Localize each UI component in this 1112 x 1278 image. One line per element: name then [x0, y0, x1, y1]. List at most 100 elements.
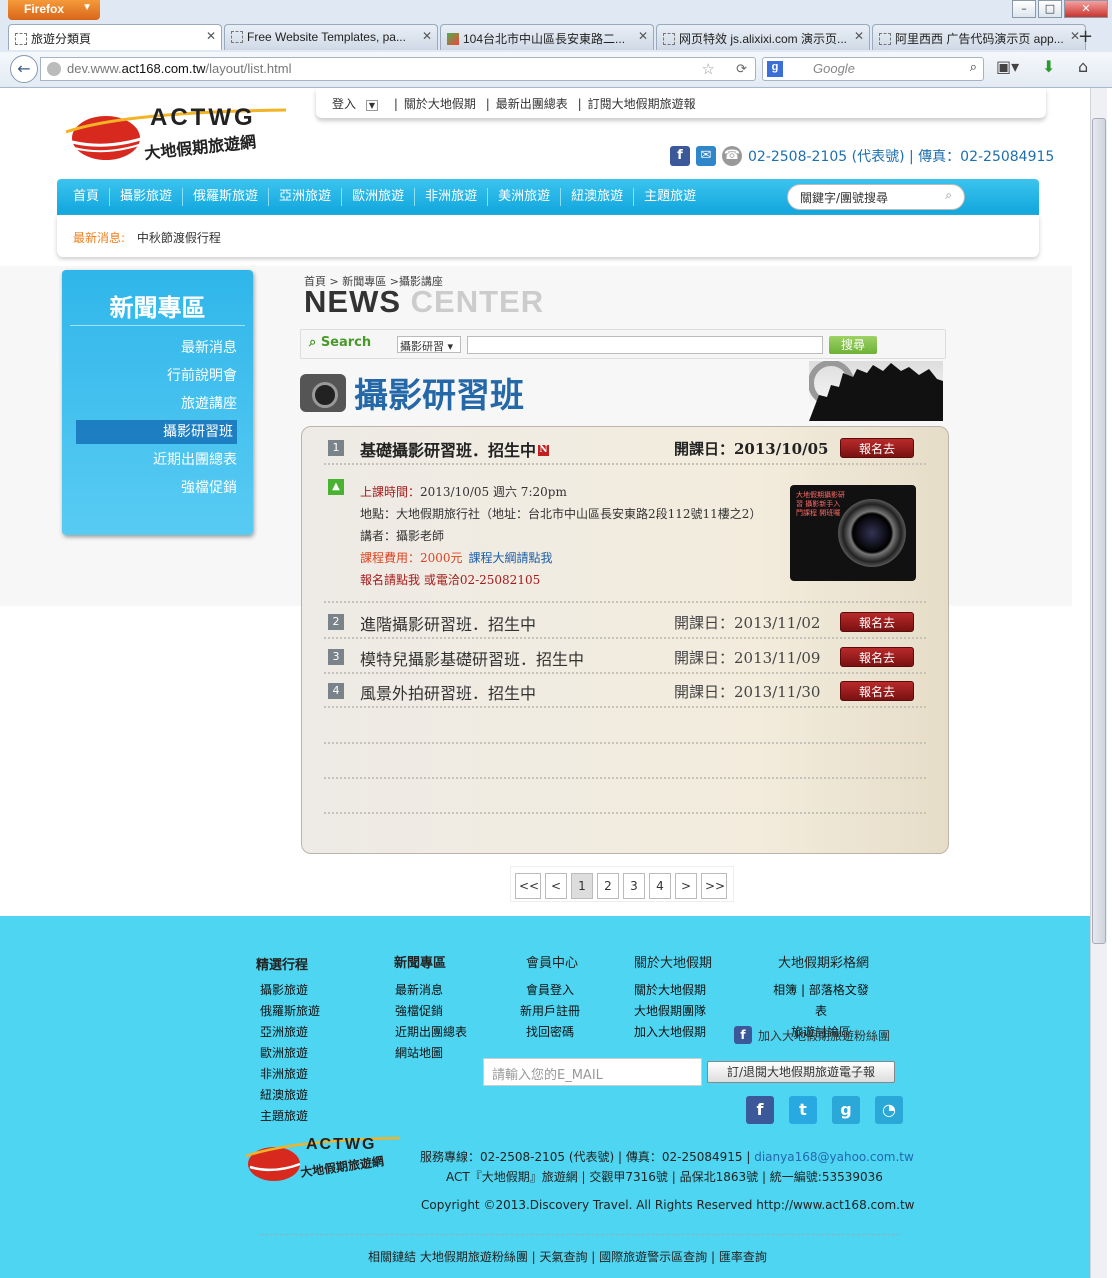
search-button[interactable]: 搜尋	[829, 336, 877, 354]
minimize-button[interactable]: –	[1012, 0, 1036, 18]
login-link[interactable]: 登入 ▼	[332, 97, 384, 111]
page-last[interactable]: >>	[701, 873, 727, 899]
subscribe-link[interactable]: 訂閱大地假期旅遊報	[588, 97, 696, 111]
nav-photo[interactable]: 攝影旅遊	[110, 188, 184, 206]
close-tab-icon[interactable]: ✕	[206, 29, 216, 43]
footer-link[interactable]: 找回密碼	[520, 1022, 580, 1043]
tab-2[interactable]: Free Website Templates, pa... ✕	[224, 24, 438, 50]
close-tab-icon[interactable]: ✕	[638, 29, 648, 43]
email-input[interactable]: 請輸入您的E_MAIL	[483, 1058, 702, 1086]
site-logo[interactable]: ACTWG 大地假期旅遊網	[64, 102, 292, 172]
course-row[interactable]: 4 風景外拍研習班．招生中 開課日：2013/11/30 報名去	[324, 674, 926, 708]
sidebar-item-promo[interactable]: 強檔促銷	[181, 476, 237, 500]
fb-fanpage-link[interactable]: f 加入大地假期旅遊粉絲團	[734, 1026, 890, 1044]
close-tab-icon[interactable]: ✕	[422, 29, 432, 43]
back-button[interactable]: ←	[10, 55, 38, 83]
page-first[interactable]: <<	[515, 873, 541, 899]
schedule-link[interactable]: 最新出團總表	[496, 97, 568, 111]
page-4[interactable]: 4	[649, 873, 671, 899]
url-bar[interactable]: dev.www.act168.com.tw/layout/list.html ☆ ⟳	[40, 57, 756, 81]
tab-4[interactable]: 网页特效 js.alixixi.com 演示页... ✕	[656, 24, 870, 50]
collapse-icon[interactable]: ▲	[328, 479, 344, 495]
nav-asia[interactable]: 亞洲旅遊	[269, 188, 343, 206]
reload-icon[interactable]: ⟳	[736, 61, 747, 77]
footer-link[interactable]: 網站地圖	[395, 1043, 467, 1064]
home-icon[interactable]: ⌂	[1078, 57, 1088, 76]
page-next[interactable]: >	[675, 873, 697, 899]
footer-link[interactable]: 主題旅遊	[260, 1106, 320, 1127]
page-2[interactable]: 2	[597, 873, 619, 899]
footer-link[interactable]: 最新消息	[395, 980, 467, 1001]
sidebar-item-schedule[interactable]: 近期出團總表	[153, 448, 237, 472]
register-button[interactable]: 報名去	[840, 438, 914, 458]
sidebar-item-photo-class[interactable]: 攝影研習班	[76, 420, 237, 444]
twitter-icon[interactable]: t	[789, 1096, 817, 1124]
nav-oceania[interactable]: 紐澳旅遊	[561, 188, 635, 206]
nav-theme[interactable]: 主題旅遊	[634, 188, 706, 206]
facebook-icon[interactable]: f	[746, 1096, 774, 1124]
tab-3[interactable]: 104台北市中山區長安東路二... ✕	[440, 24, 654, 50]
category-select[interactable]: 攝影研習 ▾	[397, 336, 461, 353]
footer-link[interactable]: 俄羅斯旅遊	[260, 1001, 320, 1022]
nav-africa[interactable]: 非洲旅遊	[415, 188, 489, 206]
register-button[interactable]: 報名去	[840, 647, 914, 667]
sidebar-item-latest[interactable]: 最新消息	[181, 336, 237, 360]
sidebar-item-briefing[interactable]: 行前說明會	[167, 364, 237, 388]
sidebar-item-lecture[interactable]: 旅遊講座	[181, 392, 237, 416]
course-row[interactable]: 1 基礎攝影研習班．招生中 N 開課日：2013/10/05 報名去	[324, 431, 926, 465]
tab-5[interactable]: 阿里西西 广告代码演示页 app... ✕	[872, 24, 1086, 50]
footer-link[interactable]: 亞洲旅遊	[260, 1022, 320, 1043]
footer-link[interactable]: 會員登入	[520, 980, 580, 1001]
detail-signup[interactable]: 報名請點我 或電洽02-25082105	[360, 571, 540, 588]
firefox-menu-button[interactable]: Firefox ▼	[8, 0, 100, 20]
course-title[interactable]: 進階攝影研習班．招生中	[360, 611, 536, 635]
maximize-button[interactable]: □	[1038, 0, 1062, 18]
bookmarks-icon[interactable]: ▣▾	[996, 57, 1019, 76]
facebook-icon[interactable]: f	[670, 146, 690, 166]
scrollbar-thumb[interactable]	[1092, 118, 1106, 944]
new-tab-button[interactable]: +	[1078, 26, 1093, 47]
nav-america[interactable]: 美洲旅遊	[488, 188, 562, 206]
download-icon[interactable]: ⬇	[1042, 57, 1055, 76]
page-3[interactable]: 3	[623, 873, 645, 899]
course-row[interactable]: 3 模特兒攝影基礎研習班．招生中 開課日：2013/11/09 報名去	[324, 640, 926, 674]
search-icon[interactable]: ⌕	[945, 188, 952, 203]
course-title[interactable]: 模特兒攝影基礎研習班．招生中	[360, 646, 584, 670]
footer-link[interactable]: 相簿 | 部落格文發表	[768, 980, 874, 1022]
close-window-button[interactable]: ✕	[1064, 0, 1108, 18]
footer-link[interactable]: 強檔促銷	[395, 1001, 467, 1022]
register-button[interactable]: 報名去	[840, 612, 914, 632]
footer-link[interactable]: 新用戶註冊	[520, 1001, 580, 1022]
nav-russia[interactable]: 俄羅斯旅遊	[183, 188, 270, 206]
footer-link[interactable]: 歐洲旅遊	[260, 1043, 320, 1064]
footer-link[interactable]: 非洲旅遊	[260, 1064, 320, 1085]
footer-link[interactable]: 加入大地假期	[634, 1022, 706, 1043]
footer-link[interactable]: 關於大地假期	[634, 980, 706, 1001]
keyword-input[interactable]	[467, 336, 823, 354]
rss-icon[interactable]: ◔	[875, 1096, 903, 1124]
page-prev[interactable]: <	[545, 873, 567, 899]
site-search-input[interactable]: 關鍵字/團號搜尋 ⌕	[787, 184, 965, 210]
footer-link[interactable]: 大地假期團隊	[634, 1001, 706, 1022]
mail-icon[interactable]: ✉	[696, 146, 716, 166]
close-tab-icon[interactable]: ✕	[854, 29, 864, 43]
subscribe-button[interactable]: 訂/退閱大地假期旅遊電子報	[707, 1061, 895, 1083]
tab-1[interactable]: 旅遊分類頁 ✕	[8, 24, 222, 50]
register-button[interactable]: 報名去	[840, 681, 914, 701]
related-links[interactable]: 相關鏈結 大地假期旅遊粉絲團 | 天氣查詢 | 國際旅遊警示區查詢 | 匯率查詢	[368, 1248, 767, 1265]
page-1[interactable]: 1	[571, 873, 593, 899]
footer-link[interactable]: 近期出團總表	[395, 1022, 467, 1043]
course-row[interactable]: 2 進階攝影研習班．招生中 開課日：2013/11/02 報名去	[324, 605, 926, 639]
course-title[interactable]: 風景外拍研習班．招生中	[360, 680, 536, 704]
google-plus-icon[interactable]: g	[832, 1096, 860, 1124]
bookmark-star-icon[interactable]: ☆	[702, 60, 715, 78]
search-bar[interactable]: g Google ⌕	[762, 57, 984, 81]
about-link[interactable]: 關於大地假期	[404, 97, 476, 111]
nav-home[interactable]: 首頁	[63, 188, 111, 206]
footer-link[interactable]: 攝影旅遊	[260, 980, 320, 1001]
footer-email-link[interactable]: dianya168@yahoo.com.tw	[754, 1150, 914, 1164]
nav-europe[interactable]: 歐洲旅遊	[342, 188, 416, 206]
footer-link[interactable]: 紐澳旅遊	[260, 1085, 320, 1106]
page-scrollbar[interactable]	[1090, 88, 1107, 1278]
outline-link[interactable]: 課程大綱請點我	[469, 551, 553, 565]
